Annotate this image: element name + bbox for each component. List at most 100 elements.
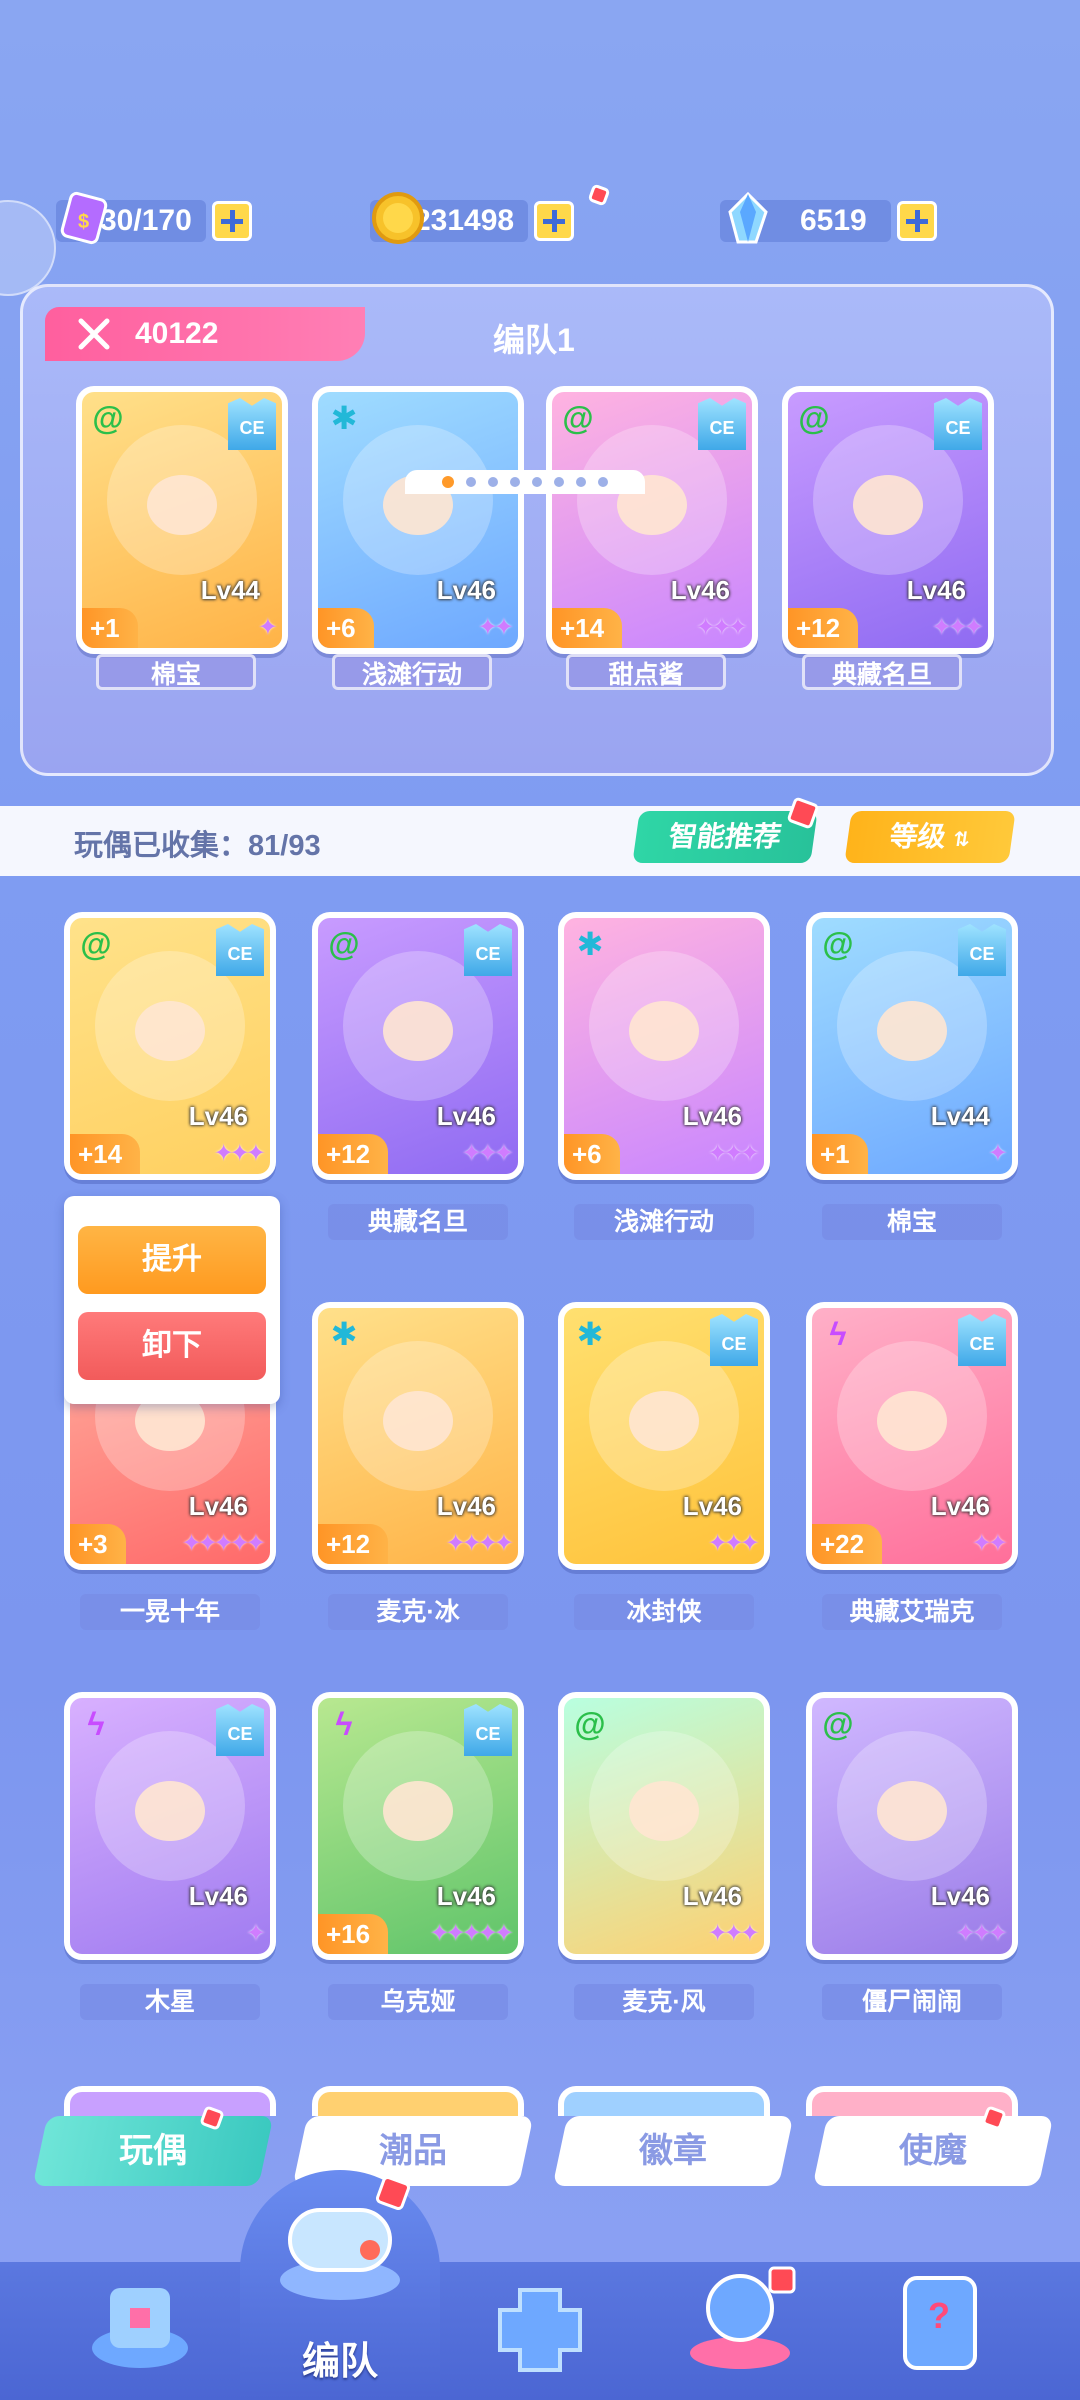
doll-card[interactable]: @ CE Lv46 +12 ✦✦✦	[782, 386, 994, 654]
doll-level: Lv46	[188, 1491, 248, 1521]
page-dot[interactable]	[442, 476, 454, 488]
page-dot[interactable]	[488, 477, 498, 487]
doll-card-partial[interactable]	[312, 2086, 524, 2116]
team-power-value: 40122	[135, 317, 219, 350]
unload-button[interactable]: 卸下	[78, 1312, 266, 1380]
element-icon: @	[822, 926, 854, 962]
element-icon: @	[562, 400, 594, 436]
svg-text:$: $	[78, 211, 89, 233]
doll-card[interactable]: @ CE Lv44 +1 ✦	[806, 912, 1018, 1180]
doll-card[interactable]: ✱ Lv46 +6 ✦✦✦	[558, 912, 770, 1180]
doll-card[interactable]: @ CE Lv46 +12 ✦✦✦	[312, 912, 524, 1180]
element-icon: @	[328, 926, 360, 962]
tab-badges-label: 徽章	[639, 2132, 707, 2170]
doll-card[interactable]: ✱ Lv46 +6 ✦✦	[312, 386, 524, 654]
doll-card[interactable]: @ Lv46 ✦✦✦	[806, 1692, 1018, 1960]
ticket-add-button[interactable]	[211, 201, 252, 241]
doll-stars: ✦✦✦	[213, 1140, 266, 1167]
doll-name: 典藏名旦	[328, 1204, 508, 1240]
tab-badges[interactable]: 徽章	[552, 2116, 794, 2186]
element-icon: ϟ	[335, 1706, 353, 1742]
doll-card[interactable]: ϟ CE Lv46 +16 ✦✦✦✦✦	[312, 1692, 524, 1960]
doll-level: Lv44	[200, 575, 260, 605]
doll-level: Lv46	[188, 1881, 248, 1911]
doll-plus-badge: +12	[318, 1134, 389, 1174]
doll-card[interactable]: @ CE Lv46 +14 ✦✦✦	[546, 386, 758, 654]
doll-level: Lv46	[682, 1881, 742, 1911]
doll-stars: ✦✦✦✦	[445, 1530, 514, 1557]
doll-stars: ✦✦✦	[707, 1140, 760, 1167]
doll-name: 一晃十年	[80, 1594, 260, 1630]
team-power-badge: 40122	[45, 307, 365, 361]
tab-dolls[interactable]: 玩偶	[32, 2116, 274, 2186]
page-dot[interactable]	[510, 477, 520, 487]
element-icon: @	[92, 400, 124, 436]
element-icon: @	[80, 926, 112, 962]
doll-card[interactable]: @ CE Lv46 +14 ✦✦✦	[64, 912, 276, 1180]
doll-level: Lv46	[436, 1101, 496, 1131]
tab-dolls-label: 玩偶	[119, 2132, 187, 2170]
doll-stars: ✦✦✦✦✦	[429, 1920, 514, 1947]
ce-crown-badge: CE	[216, 1704, 264, 1756]
tab-familiars[interactable]: 使魔	[812, 2116, 1054, 2186]
element-icon: @	[822, 1706, 854, 1742]
doll-stars: ✦✦✦	[707, 1920, 760, 1947]
doll-level: Lv46	[670, 575, 730, 605]
element-icon: ϟ	[87, 1706, 105, 1742]
doll-card[interactable]: @ Lv46 ✦✦✦	[558, 1692, 770, 1960]
doll-level: Lv46	[188, 1101, 248, 1131]
doll-name: 甜点酱	[566, 654, 726, 690]
whistle-icon[interactable]	[260, 2170, 420, 2320]
doll-level: Lv46	[436, 575, 496, 605]
doll-plus-badge: +22	[812, 1524, 883, 1564]
nav-trophy-icon[interactable]	[670, 2258, 810, 2378]
doll-card[interactable]: @ CE Lv44 +1 ✦	[76, 386, 288, 654]
doll-name: 浅滩行动	[332, 654, 492, 690]
doll-name: 麦克·冰	[328, 1594, 508, 1630]
doll-stars: ✦✦✦	[955, 1920, 1008, 1947]
page-dot[interactable]	[598, 477, 608, 487]
doll-card-partial[interactable]	[558, 2086, 770, 2116]
doll-card[interactable]: ϟ CE Lv46 +22 ✦✦	[806, 1302, 1018, 1570]
nav-lobby-icon[interactable]	[80, 2268, 200, 2378]
gold-coin-icon	[372, 192, 424, 244]
doll-name: 典藏艾瑞克	[822, 1594, 1002, 1630]
doll-stars: ✦✦✦	[461, 1140, 514, 1167]
sort-level-label: 等级	[887, 821, 948, 852]
page-dot[interactable]	[576, 477, 586, 487]
tab-familiars-label: 使魔	[899, 2132, 967, 2170]
nav-mystery-box-icon[interactable]: ?	[880, 2268, 1000, 2378]
element-icon: ✱	[576, 1316, 604, 1352]
element-icon: @	[574, 1706, 606, 1742]
doll-level: Lv46	[436, 1491, 496, 1521]
doll-name: 棉宝	[96, 654, 256, 690]
page-dot[interactable]	[554, 477, 564, 487]
doll-level: Lv46	[906, 575, 966, 605]
doll-card[interactable]: ✱ Lv46 +12 ✦✦✦✦	[312, 1302, 524, 1570]
doll-plus-badge: +1	[82, 608, 138, 648]
nav-puzzle-icon[interactable]	[480, 2270, 600, 2380]
crystal-add-button[interactable]	[896, 201, 937, 241]
ce-crown-badge: CE	[958, 924, 1006, 976]
ce-crown-badge: CE	[464, 924, 512, 976]
ce-crown-badge: CE	[934, 398, 982, 450]
coin-add-button[interactable]	[534, 201, 575, 241]
upgrade-button[interactable]: 提升	[78, 1226, 266, 1294]
element-icon: @	[798, 400, 830, 436]
doll-stars: ✦	[257, 614, 278, 641]
ce-crown-badge: CE	[698, 398, 746, 450]
doll-card[interactable]: ϟ CE Lv46 ✦	[64, 1692, 276, 1960]
side-expand-button[interactable]	[0, 200, 56, 296]
team-page-indicator[interactable]	[405, 470, 645, 494]
coin-resource: 231498	[370, 183, 611, 246]
doll-card[interactable]: ✱ CE Lv46 ✦✦✦	[558, 1302, 770, 1570]
crossed-swords-icon	[78, 318, 110, 350]
doll-stars: ✦✦	[971, 1530, 1008, 1557]
sort-level-button[interactable]: 等级 ⇅	[844, 811, 1016, 863]
crystal-resource: 6519	[720, 191, 937, 246]
svg-text:?: ?	[928, 2295, 950, 2336]
page-dot[interactable]	[532, 477, 542, 487]
doll-card-partial[interactable]	[64, 2086, 276, 2116]
page-dot[interactable]	[466, 477, 476, 487]
doll-level: Lv46	[436, 1881, 496, 1911]
